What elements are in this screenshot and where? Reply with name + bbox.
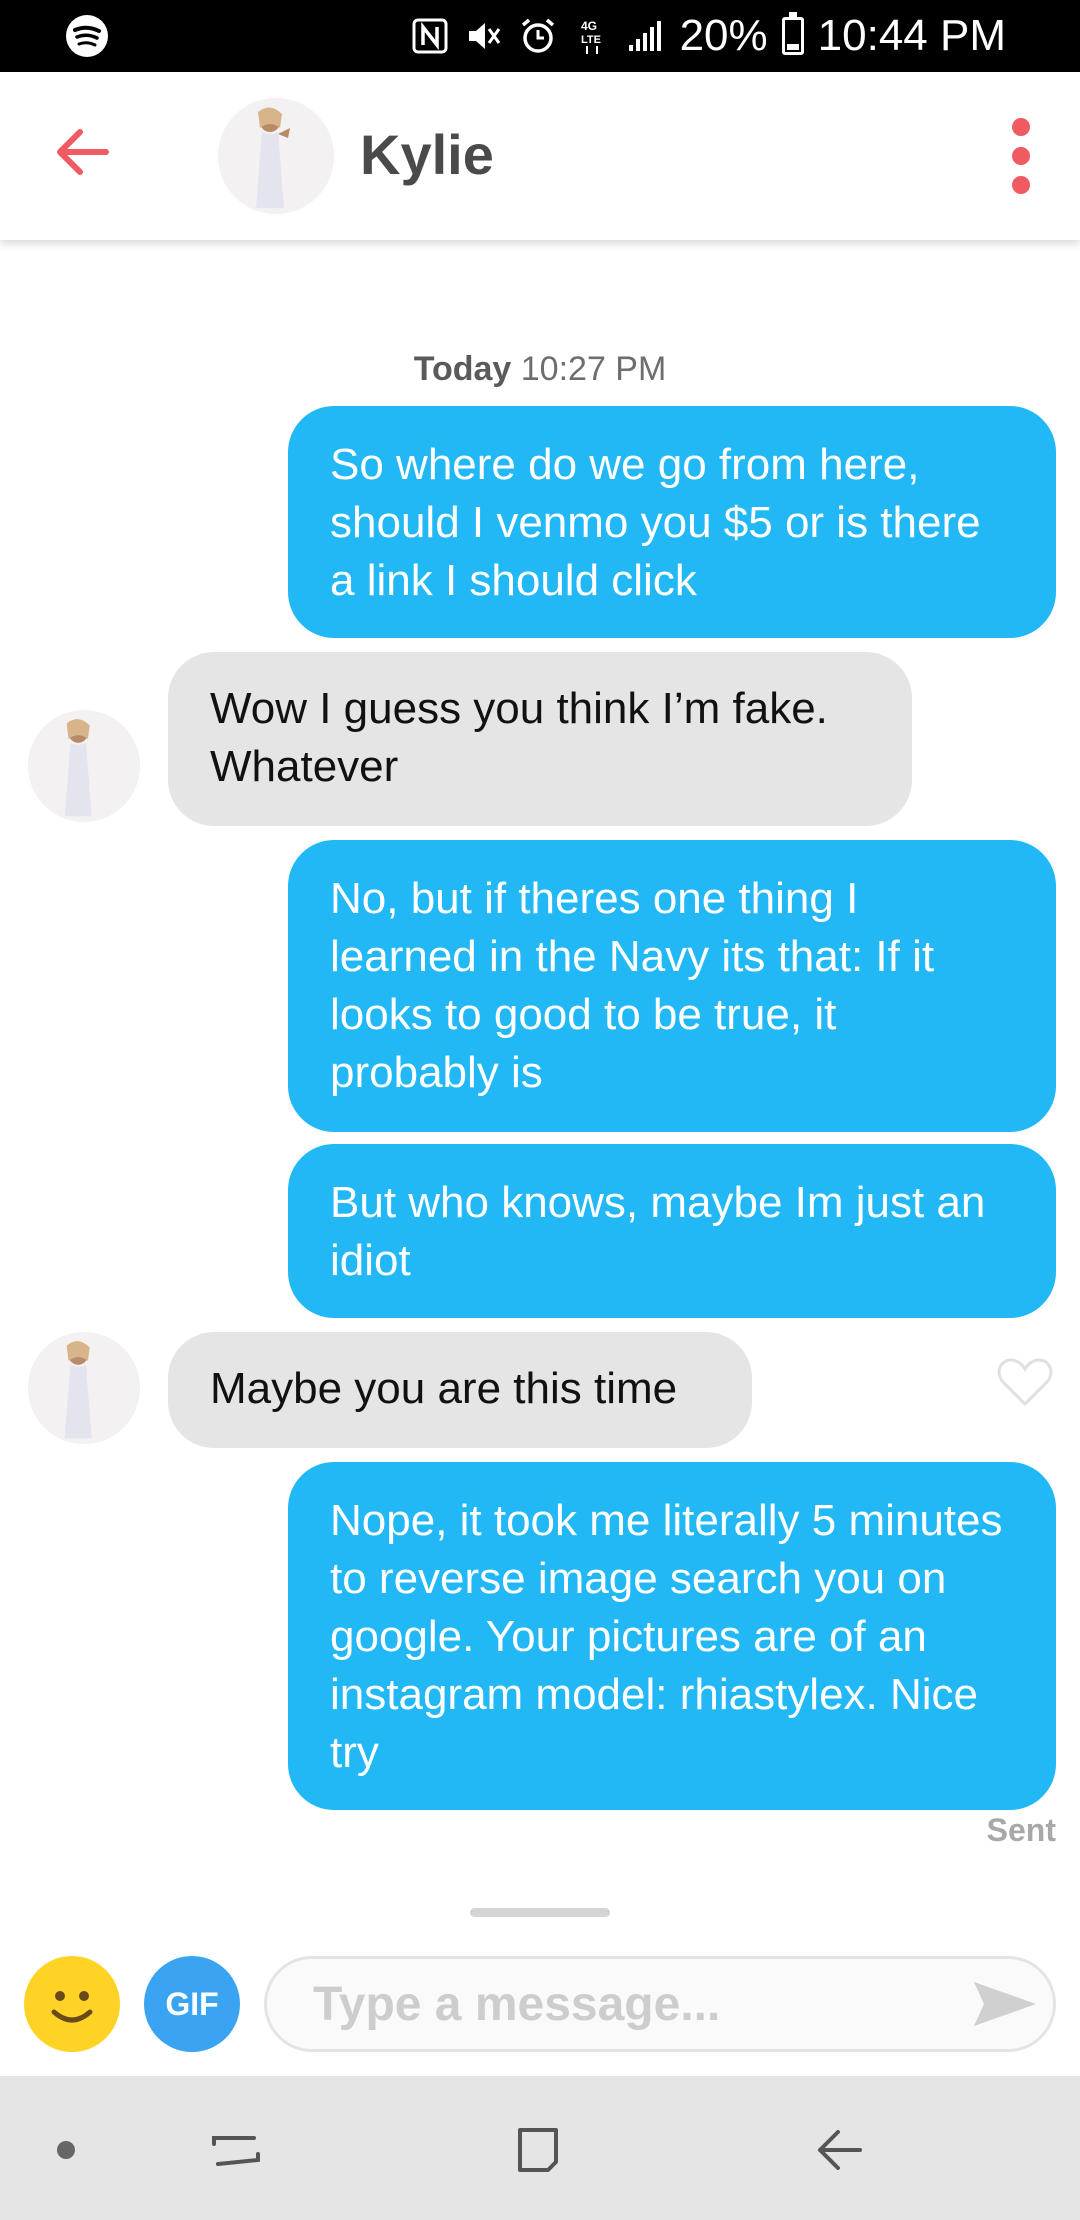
message-bubble-received[interactable]: Wow I guess you think I’m fake. Whatever <box>168 652 912 826</box>
avatar[interactable] <box>28 1332 140 1444</box>
message-status: Sent <box>986 1812 1056 1848</box>
avatar[interactable] <box>28 710 140 822</box>
scroll-handle[interactable] <box>470 1908 610 1917</box>
recent-apps-button[interactable] <box>206 2120 266 2180</box>
svg-text:4G: 4G <box>581 19 597 33</box>
battery-icon <box>781 12 804 55</box>
message-bubble-sent[interactable]: So where do we go from here, should I ve… <box>288 406 1056 638</box>
message-bubble-received[interactable]: Maybe you are this time <box>168 1332 752 1448</box>
signal-icon <box>626 16 666 56</box>
spotify-icon <box>66 15 108 57</box>
emoji-button[interactable] <box>24 1956 120 2052</box>
send-button[interactable] <box>970 1976 1040 2032</box>
message-text: Maybe you are this time <box>210 1364 678 1413</box>
mute-icon <box>464 16 504 56</box>
conversation-timestamp: Today 10:27 PM <box>0 350 1080 389</box>
message-text: Wow I guess you think I’m fake. Whatever <box>210 684 828 791</box>
back-icon <box>818 2130 862 2170</box>
battery-percentage: 20% <box>679 11 768 60</box>
chat-header: Kylie <box>0 72 1080 240</box>
dot-icon[interactable] <box>57 2141 75 2159</box>
svg-text:LTE: LTE <box>581 34 601 46</box>
message-bubble-sent[interactable]: Nope, it took me literally 5 minutes to … <box>288 1462 1056 1810</box>
lte-icon: 4G LTE <box>572 16 612 56</box>
status-icons: 4G LTE 20% 10:44 PM <box>410 0 1080 72</box>
heart-icon[interactable] <box>996 1356 1054 1408</box>
send-icon <box>974 1982 1036 2026</box>
message-bubble-sent[interactable]: But who knows, maybe Im just an idiot <box>288 1144 1056 1318</box>
contact-name[interactable]: Kylie <box>360 122 494 187</box>
nfc-icon <box>410 16 450 56</box>
more-options-button[interactable] <box>998 118 1044 194</box>
home-button[interactable] <box>508 2120 568 2180</box>
vertical-dots-icon <box>1012 118 1030 136</box>
message-bubble-sent[interactable]: No, but if theres one thing I learned in… <box>288 840 1056 1132</box>
gif-button[interactable]: GIF <box>144 1956 240 2052</box>
message-text: So where do we go from here, should I ve… <box>330 440 981 605</box>
message-text: Nope, it took me literally 5 minutes to … <box>330 1496 1003 1777</box>
back-button[interactable] <box>44 112 124 192</box>
message-text: But who knows, maybe Im just an idiot <box>330 1178 986 1285</box>
recent-apps-icon <box>212 2136 260 2166</box>
arrow-left-icon <box>57 129 109 175</box>
message-text: No, but if theres one thing I learned in… <box>330 874 935 1097</box>
navigation-bar <box>0 2076 1080 2220</box>
smiley-icon <box>51 1991 93 2023</box>
home-icon <box>518 2128 558 2172</box>
status-bar: 4G LTE 20% 10:44 PM <box>0 0 1080 72</box>
timestamp-time: 10:27 PM <box>520 350 667 388</box>
nav-back-button[interactable] <box>810 2120 870 2180</box>
alarm-icon <box>518 16 558 56</box>
message-input[interactable] <box>264 1956 1056 2052</box>
avatar[interactable] <box>218 98 334 214</box>
clock: 10:44 PM <box>817 11 1006 60</box>
timestamp-day: Today <box>413 350 512 388</box>
